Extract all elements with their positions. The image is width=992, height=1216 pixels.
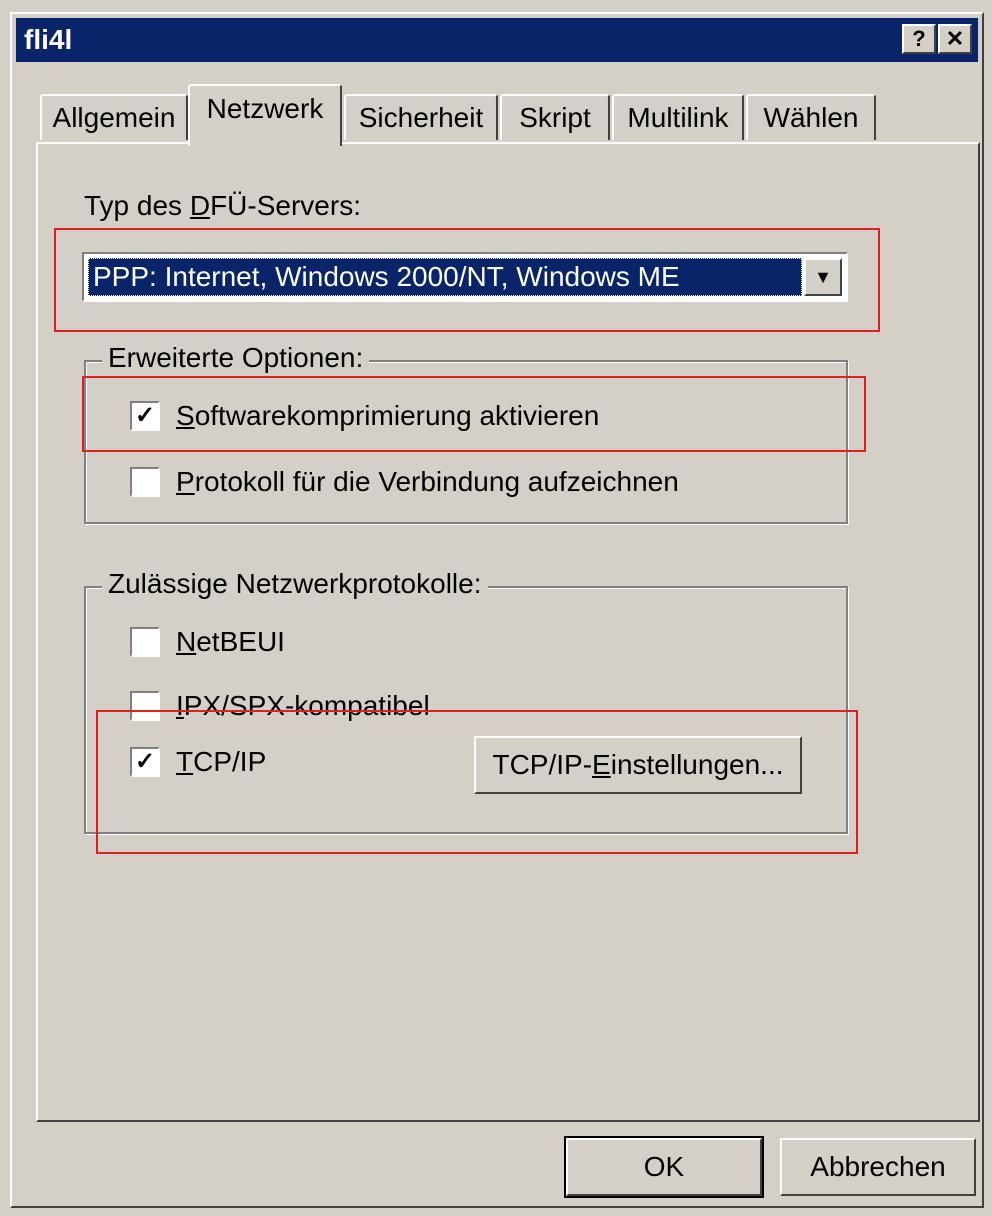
ok-button[interactable]: OK (564, 1136, 764, 1198)
ipx-spx-option[interactable]: IPX/SPX-kompatibel (130, 690, 430, 722)
protocols-legend: Zulässige Netzwerkprotokolle: (102, 568, 488, 600)
tcpip-checkbox[interactable]: ✓ (130, 747, 160, 777)
close-button[interactable]: ✕ (938, 24, 972, 54)
tab-netzwerk[interactable]: Netzwerk (188, 84, 342, 146)
server-type-label: Typ des DFÜ-Servers: (84, 190, 361, 221)
advanced-options-legend: Erweiterte Optionen: (102, 342, 370, 374)
software-compression-checkbox[interactable]: ✓ (130, 401, 160, 431)
netbeui-option[interactable]: NetBEUI (130, 626, 285, 658)
help-button[interactable]: ? (902, 24, 936, 54)
advanced-options-group: Erweiterte Optionen: (84, 342, 848, 524)
software-compression-label: Softwarekomprimierung aktivieren (176, 400, 600, 431)
tab-waehlen[interactable]: Wählen (746, 94, 876, 140)
tab-allgemein[interactable]: Allgemein (40, 94, 188, 140)
connection-log-label: Protokoll für die Verbindung aufzeichnen (176, 466, 679, 497)
dropdown-arrow-icon[interactable]: ▼ (804, 258, 842, 296)
connection-log-checkbox[interactable] (130, 467, 160, 497)
tab-sicherheit[interactable]: Sicherheit (344, 94, 498, 140)
tcpip-label: TCP/IP (176, 746, 267, 777)
netbeui-label: NetBEUI (176, 626, 285, 657)
connection-log-option[interactable]: Protokoll für die Verbindung aufzeichnen (130, 466, 679, 498)
tab-strip: Allgemein Netzwerk Sicherheit Skript Mul… (40, 82, 940, 146)
software-compression-option[interactable]: ✓ Softwarekomprimierung aktivieren (130, 400, 599, 432)
window-title: fli4l (24, 24, 73, 55)
tab-skript[interactable]: Skript (500, 94, 610, 140)
tcpip-option[interactable]: ✓ TCP/IP (130, 746, 266, 778)
ipx-spx-checkbox[interactable] (130, 691, 160, 721)
server-type-value: PPP: Internet, Windows 2000/NT, Windows … (88, 258, 802, 296)
title-bar[interactable]: fli4l ? ✕ (16, 18, 978, 62)
tcpip-settings-button[interactable]: TCP/IP- Einstellungen... (474, 736, 802, 794)
cancel-button[interactable]: Abbrechen (780, 1138, 976, 1196)
ipx-spx-label: IPX/SPX-kompatibel (176, 690, 430, 721)
server-type-dropdown[interactable]: PPP: Internet, Windows 2000/NT, Windows … (82, 252, 848, 302)
tab-multilink[interactable]: Multilink (612, 94, 744, 140)
netbeui-checkbox[interactable] (130, 627, 160, 657)
